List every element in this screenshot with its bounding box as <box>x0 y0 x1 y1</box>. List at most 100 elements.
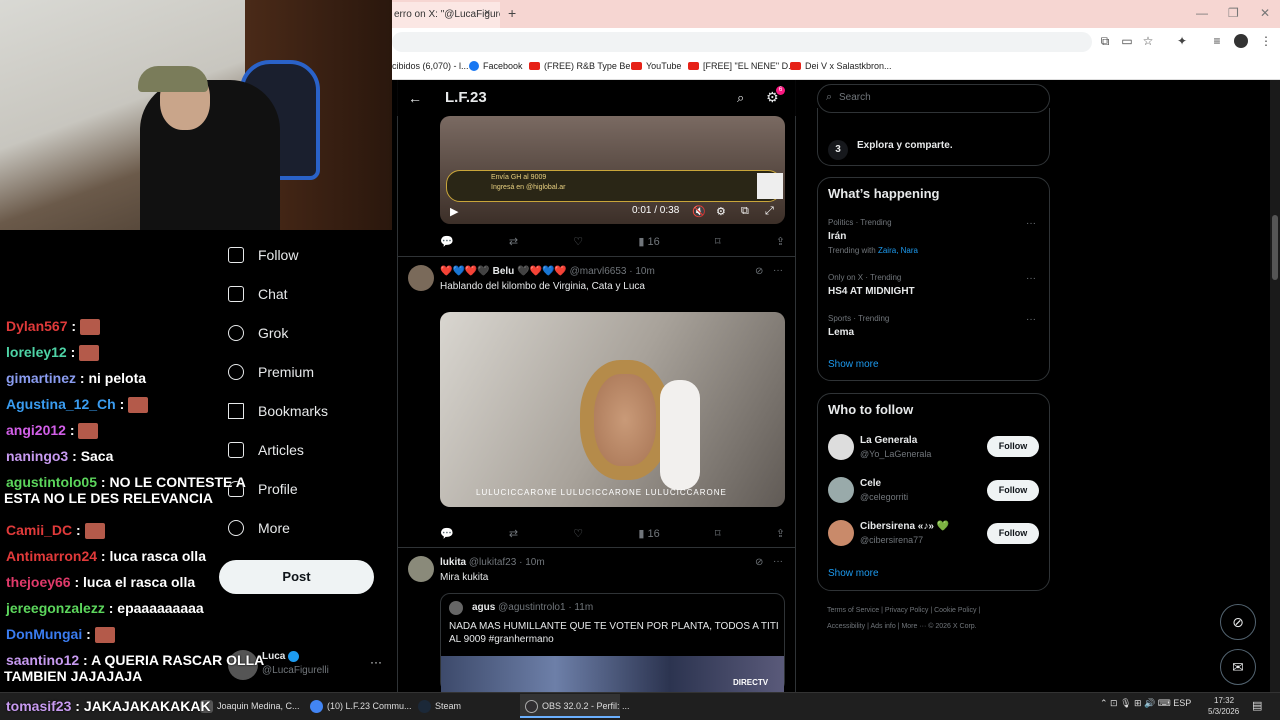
tweet-timestamp[interactable]: · 10m <box>519 557 545 568</box>
browser-menu-icon[interactable]: ⋮ <box>1259 34 1273 48</box>
scrollbar[interactable] <box>1270 80 1280 692</box>
suggestion-name[interactable]: La Generala <box>860 435 917 446</box>
footer-links[interactable]: Terms of Service | Privacy Policy | Cook… <box>827 603 1057 635</box>
play-icon[interactable]: ▶ <box>450 205 458 218</box>
avatar[interactable] <box>828 477 854 503</box>
avatar[interactable] <box>828 520 854 546</box>
close-window-icon[interactable]: ✕ <box>1260 6 1270 20</box>
trend-name[interactable]: HS4 AT MIDNIGHT <box>828 286 915 297</box>
tweet-author-name[interactable]: lukita <box>440 557 466 568</box>
minimize-icon[interactable]: — <box>1196 6 1208 20</box>
notification-center-icon[interactable]: ▤ <box>1252 699 1262 712</box>
show-more-link[interactable]: Show more <box>828 568 879 579</box>
nav-articles[interactable]: Articles <box>228 435 304 465</box>
close-tab-icon[interactable]: × <box>484 7 490 19</box>
chat-username[interactable]: agustintolo05 <box>6 474 97 490</box>
reply-icon[interactable]: 💬 <box>440 527 454 540</box>
clock-date[interactable]: 5/3/2026 <box>1208 707 1239 716</box>
url-input[interactable] <box>392 32 1092 52</box>
avatar[interactable] <box>408 556 434 582</box>
taskbar-item-steam[interactable]: Steam <box>418 696 461 716</box>
grok-analyze-icon[interactable]: ⊘ <box>755 557 763 568</box>
chat-username[interactable]: gimartinez <box>6 370 76 386</box>
chat-username[interactable]: Camii_DC <box>6 522 72 538</box>
chat-username[interactable]: tomasif23 <box>6 698 71 714</box>
repost-icon[interactable]: ⇄ <box>509 527 518 540</box>
video-settings-icon[interactable]: ⚙ <box>716 205 726 218</box>
post-button[interactable]: Post <box>219 560 374 594</box>
chat-username[interactable]: Agustina_12_Ch <box>6 396 116 412</box>
search-icon[interactable]: ⌕ <box>737 90 744 106</box>
tweet-bookmark-icon[interactable]: ⌑ <box>715 235 721 248</box>
taskbar-item-obs[interactable]: OBS 32.0.2 - Perfil: ... <box>525 696 630 716</box>
ellipsis-icon[interactable]: ··· <box>773 556 783 567</box>
show-more-link[interactable]: Show more <box>828 359 879 370</box>
bookmark-youtube[interactable]: YouTube <box>631 61 681 71</box>
ellipsis-icon[interactable]: ··· <box>773 265 783 276</box>
bookmark-el-nene[interactable]: [FREE] "EL NENE" D... <box>688 61 796 71</box>
ellipsis-icon[interactable]: ··· <box>1026 218 1036 229</box>
language-indicator[interactable]: ESP <box>1173 698 1191 708</box>
ellipsis-icon[interactable]: ··· <box>1026 314 1036 325</box>
like-icon[interactable]: ♡ <box>573 235 583 248</box>
follow-button[interactable]: Follow <box>987 480 1039 501</box>
ellipsis-icon[interactable]: ··· <box>1026 273 1036 284</box>
reading-list-icon[interactable]: ≡ <box>1210 34 1224 48</box>
grok-analyze-icon[interactable]: ⊘ <box>755 266 763 277</box>
nav-bookmarks[interactable]: Bookmarks <box>228 396 328 426</box>
ellipsis-icon[interactable]: ··· <box>370 655 382 669</box>
tweet-author-name[interactable]: Belu <box>493 266 515 277</box>
trend-related-topics[interactable]: Zaira, Nara <box>878 246 918 255</box>
repost-icon[interactable]: ⇄ <box>509 235 518 248</box>
views-count[interactable]: ▮ 16 <box>638 527 659 540</box>
avatar[interactable] <box>828 434 854 460</box>
avatar[interactable] <box>408 265 434 291</box>
chat-username[interactable]: loreley12 <box>6 344 67 360</box>
step-text[interactable]: Explora y comparte. <box>857 140 953 151</box>
bookmark-star-icon[interactable]: ☆ <box>1141 34 1155 48</box>
cast-icon[interactable]: ▭ <box>1120 34 1134 48</box>
chat-username[interactable]: saantino12 <box>6 652 79 668</box>
system-tray[interactable]: ⌃ ⊡ 🎙 ⊞ 🔊 ⌨ ESP <box>1100 698 1191 709</box>
tweet-author-handle[interactable]: @lukitaf23 <box>469 557 516 568</box>
nav-chat[interactable]: Chat <box>228 279 288 309</box>
scrollbar-thumb[interactable] <box>1272 215 1278 280</box>
grok-fab-icon[interactable]: ⊘ <box>1220 604 1256 640</box>
pip-icon[interactable]: ⧉ <box>741 205 749 218</box>
nav-follow[interactable]: Follow <box>228 240 298 270</box>
back-arrow-icon[interactable]: ← <box>408 90 422 106</box>
follow-button[interactable]: Follow <box>987 436 1039 457</box>
bookmark-rnb[interactable]: (FREE) R&B Type Be... <box>529 61 638 71</box>
reply-icon[interactable]: 💬 <box>440 235 454 248</box>
fullscreen-icon[interactable]: ⤢ <box>765 205 774 218</box>
nav-grok[interactable]: Grok <box>228 318 288 348</box>
trend-name[interactable]: Irán <box>828 231 846 242</box>
views-count[interactable]: ▮ 16 <box>638 235 659 248</box>
tweet-author-handle[interactable]: @marvl6653 <box>570 266 627 277</box>
chat-username[interactable]: DonMungai <box>6 626 82 642</box>
clock-time[interactable]: 17:32 <box>1214 696 1234 705</box>
messages-fab-icon[interactable]: ✉ <box>1220 649 1256 685</box>
suggestion-name[interactable]: Cele <box>860 478 881 489</box>
share-icon[interactable]: ⇪ <box>776 235 785 248</box>
chat-username[interactable]: thejoey66 <box>6 574 71 590</box>
chat-username[interactable]: jereegonzalezz <box>6 600 105 616</box>
taskbar-item-joaquin[interactable]: Joaquin Medina, C... <box>200 696 300 716</box>
follow-button[interactable]: Follow <box>987 523 1039 544</box>
new-tab-button[interactable]: + <box>508 5 516 21</box>
chat-username[interactable]: naningo3 <box>6 448 68 464</box>
chat-username[interactable]: angi2012 <box>6 422 66 438</box>
trend-name[interactable]: Lema <box>828 327 854 338</box>
extensions-icon[interactable]: ✦ <box>1175 34 1189 48</box>
tweet-bookmark-icon[interactable]: ⌑ <box>715 527 721 540</box>
chat-username[interactable]: Dylan567 <box>6 318 67 334</box>
profile-avatar-icon[interactable] <box>1234 34 1248 48</box>
like-icon[interactable]: ♡ <box>573 527 583 540</box>
suggestion-name[interactable]: Cibersirena «♪» 💚 <box>860 521 949 532</box>
bookmark-facebook[interactable]: Facebook <box>469 61 523 71</box>
translate-icon[interactable]: ⧉ <box>1098 34 1112 48</box>
chat-username[interactable]: Antimarron24 <box>6 548 97 564</box>
nav-more[interactable]: More <box>228 513 290 543</box>
maximize-icon[interactable]: ❐ <box>1228 6 1239 20</box>
footer-line[interactable]: Terms of Service | Privacy Policy | Cook… <box>827 603 1057 619</box>
